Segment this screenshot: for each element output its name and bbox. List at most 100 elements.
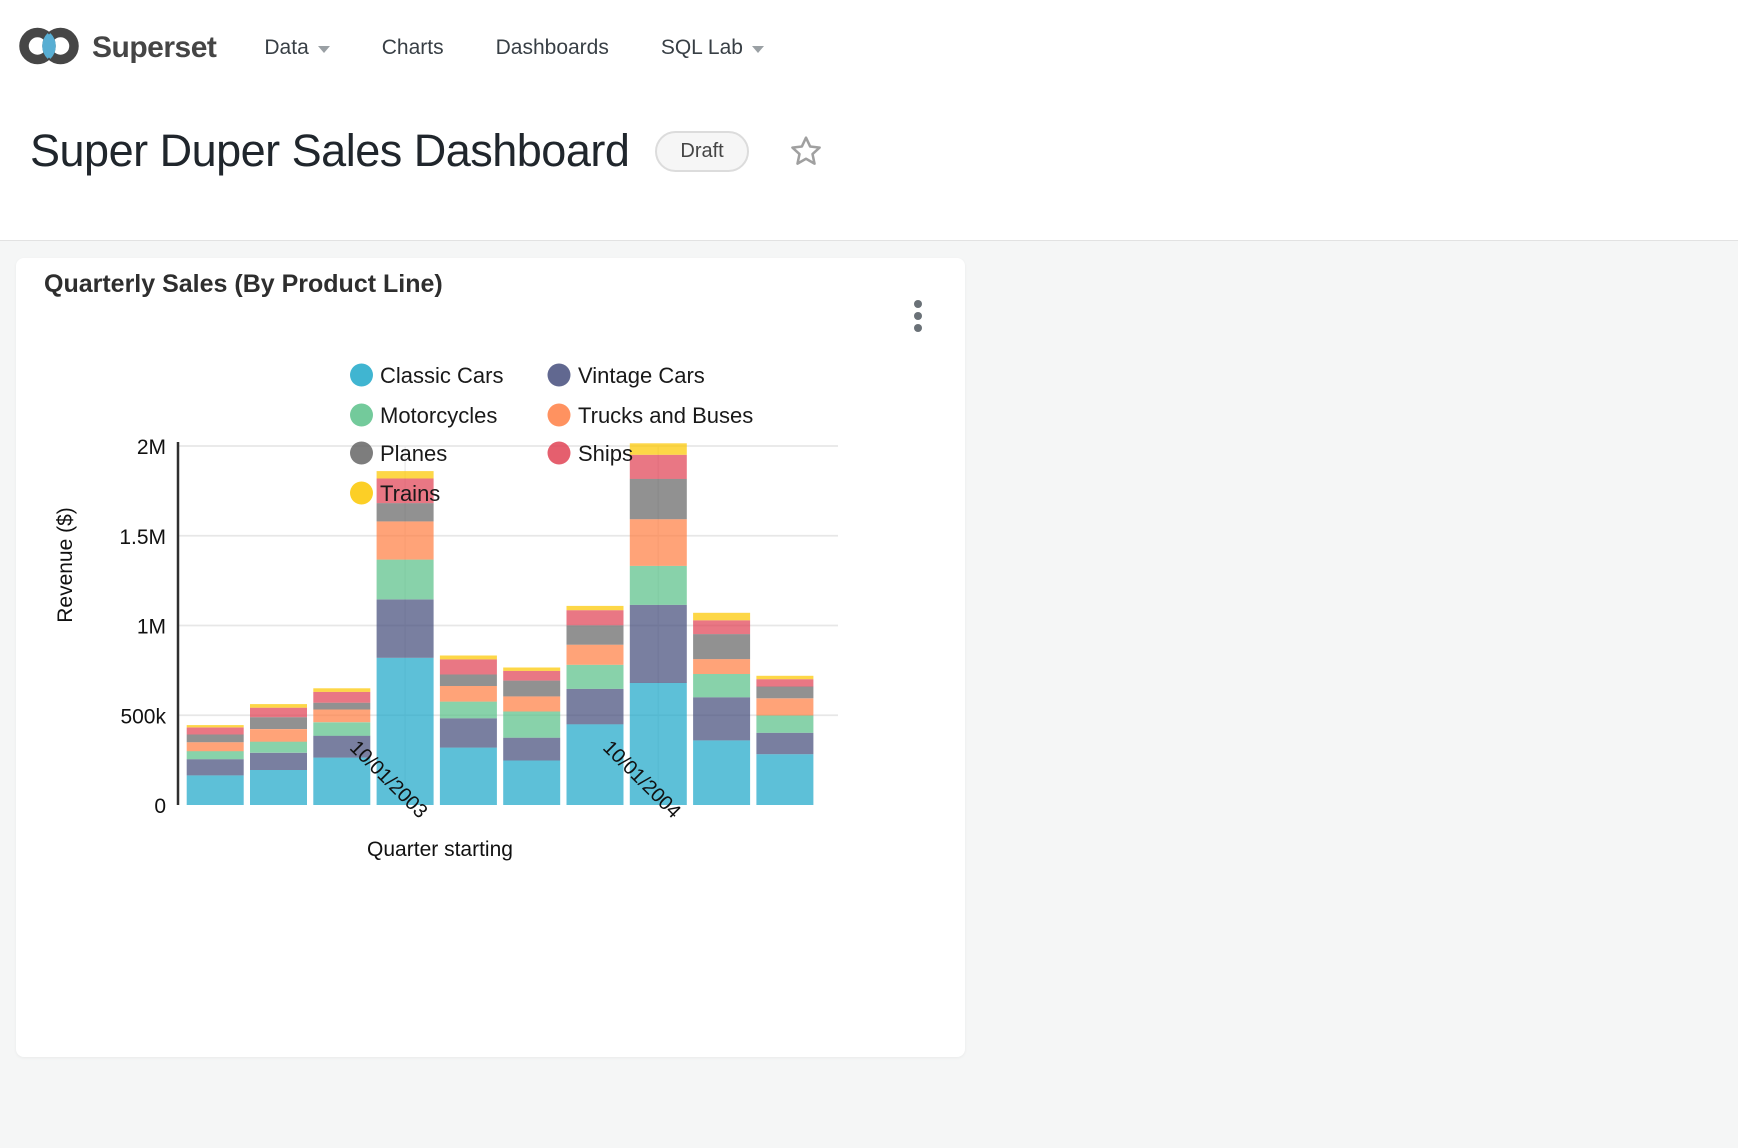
bar-segment-trains[interactable] bbox=[503, 668, 560, 671]
bar-segment-ships[interactable] bbox=[250, 708, 307, 718]
bar-segment-vintage-cars[interactable] bbox=[377, 600, 434, 658]
bar-segment-planes[interactable] bbox=[693, 634, 750, 659]
bar-segment-trains[interactable] bbox=[377, 471, 434, 478]
y-tick-label: 0 bbox=[154, 795, 166, 818]
legend-swatch-motorcycles[interactable] bbox=[350, 404, 373, 427]
bar-segment-trains[interactable] bbox=[250, 704, 307, 708]
nav-item-dashboards[interactable]: Dashboards bbox=[496, 36, 609, 60]
bar-segment-ships[interactable] bbox=[567, 610, 624, 625]
bar-segment-planes[interactable] bbox=[756, 687, 813, 699]
legend-swatch-vintage-cars[interactable] bbox=[548, 364, 571, 387]
legend-swatch-trains[interactable] bbox=[350, 482, 373, 505]
bar-segment-ships[interactable] bbox=[503, 671, 560, 681]
bar-segment-motorcycles[interactable] bbox=[187, 751, 244, 759]
bar-segment-planes[interactable] bbox=[630, 479, 687, 519]
bar-segment-trains[interactable] bbox=[187, 725, 244, 727]
legend-label-classic-cars[interactable]: Classic Cars bbox=[380, 363, 503, 388]
bar-segment-ships[interactable] bbox=[187, 728, 244, 735]
bar-segment-classic-cars[interactable] bbox=[187, 775, 244, 805]
bar-segment-vintage-cars[interactable] bbox=[693, 697, 750, 740]
bar-segment-trucks-and-buses[interactable] bbox=[187, 742, 244, 751]
bar-segment-vintage-cars[interactable] bbox=[630, 605, 687, 683]
superset-logo-link[interactable]: Superset bbox=[16, 20, 216, 77]
bar-segment-trucks-and-buses[interactable] bbox=[313, 710, 370, 723]
bar-segment-vintage-cars[interactable] bbox=[250, 753, 307, 770]
bar-segment-vintage-cars[interactable] bbox=[567, 689, 624, 724]
bar-segment-trains[interactable] bbox=[313, 688, 370, 692]
bar-segment-trucks-and-buses[interactable] bbox=[440, 686, 497, 702]
brand-name: Superset bbox=[92, 31, 216, 65]
bar-segment-motorcycles[interactable] bbox=[567, 665, 624, 689]
legend-swatch-planes[interactable] bbox=[350, 442, 373, 465]
bar-segment-vintage-cars[interactable] bbox=[440, 718, 497, 747]
bar-segment-motorcycles[interactable] bbox=[693, 674, 750, 697]
chart-card: 0500k1M1.5M2M10/01/200310/01/2004Revenue… bbox=[16, 258, 965, 1057]
bar-segment-motorcycles[interactable] bbox=[630, 566, 687, 605]
bar-segment-planes[interactable] bbox=[440, 675, 497, 687]
chevron-down-icon bbox=[318, 46, 330, 53]
bar-segment-classic-cars[interactable] bbox=[693, 740, 750, 805]
y-axis-title: Revenue ($) bbox=[54, 507, 77, 623]
kebab-dot bbox=[914, 312, 922, 320]
legend-label-ships[interactable]: Ships bbox=[578, 441, 633, 466]
bar-segment-motorcycles[interactable] bbox=[503, 712, 560, 738]
nav-item-data[interactable]: Data bbox=[264, 36, 329, 60]
bar-segment-classic-cars[interactable] bbox=[250, 770, 307, 805]
x-axis-title: Quarter starting bbox=[367, 838, 513, 861]
page-title: Super Duper Sales Dashboard bbox=[30, 120, 629, 182]
quarterly-sales-chart: 0500k1M1.5M2M10/01/200310/01/2004Revenue… bbox=[16, 258, 965, 1057]
nav-item-label: Dashboards bbox=[496, 36, 609, 60]
favorite-star-icon[interactable] bbox=[789, 134, 823, 168]
bar-segment-ships[interactable] bbox=[630, 455, 687, 479]
bar-segment-trucks-and-buses[interactable] bbox=[693, 659, 750, 674]
nav-item-label: SQL Lab bbox=[661, 36, 743, 60]
bar-segment-classic-cars[interactable] bbox=[756, 754, 813, 805]
bar-segment-planes[interactable] bbox=[187, 735, 244, 743]
legend-swatch-classic-cars[interactable] bbox=[350, 364, 373, 387]
bar-segment-trains[interactable] bbox=[630, 443, 687, 455]
bar-segment-motorcycles[interactable] bbox=[250, 742, 307, 753]
bar-segment-trucks-and-buses[interactable] bbox=[503, 696, 560, 711]
bar-segment-ships[interactable] bbox=[313, 692, 370, 703]
bar-segment-motorcycles[interactable] bbox=[313, 722, 370, 736]
chart-options-kebab-icon[interactable] bbox=[902, 292, 934, 340]
bar-segment-trucks-and-buses[interactable] bbox=[630, 519, 687, 566]
bar-segment-trains[interactable] bbox=[440, 656, 497, 660]
bar-segment-motorcycles[interactable] bbox=[377, 560, 434, 600]
bar-segment-trains[interactable] bbox=[567, 606, 624, 610]
nav-item-charts[interactable]: Charts bbox=[382, 36, 444, 60]
chart-title: Quarterly Sales (By Product Line) bbox=[44, 270, 443, 299]
legend-label-motorcycles[interactable]: Motorcycles bbox=[380, 403, 497, 428]
bar-segment-planes[interactable] bbox=[313, 703, 370, 710]
legend-label-vintage-cars[interactable]: Vintage Cars bbox=[578, 363, 705, 388]
bar-segment-trucks-and-buses[interactable] bbox=[250, 729, 307, 742]
bar-segment-trains[interactable] bbox=[693, 613, 750, 621]
bar-segment-planes[interactable] bbox=[250, 717, 307, 729]
legend-label-trains[interactable]: Trains bbox=[380, 481, 440, 506]
bar-segment-vintage-cars[interactable] bbox=[756, 733, 813, 754]
bar-segment-trucks-and-buses[interactable] bbox=[567, 645, 624, 665]
y-tick-label: 500k bbox=[120, 705, 166, 728]
bar-segment-ships[interactable] bbox=[756, 679, 813, 686]
bar-segment-vintage-cars[interactable] bbox=[187, 759, 244, 775]
bar-segment-trucks-and-buses[interactable] bbox=[756, 698, 813, 715]
bar-segment-planes[interactable] bbox=[567, 625, 624, 644]
bar-segment-motorcycles[interactable] bbox=[756, 715, 813, 732]
bar-segment-trains[interactable] bbox=[756, 676, 813, 679]
superset-dashboard-page: Superset Data Charts Dashboards SQL Lab Sup… bbox=[0, 0, 1738, 1148]
bar-segment-vintage-cars[interactable] bbox=[503, 738, 560, 761]
bar-segment-motorcycles[interactable] bbox=[440, 702, 497, 719]
nav-item-sql-lab[interactable]: SQL Lab bbox=[661, 36, 764, 60]
bar-segment-ships[interactable] bbox=[693, 620, 750, 634]
legend-label-trucks-and-buses[interactable]: Trucks and Buses bbox=[578, 403, 753, 428]
bar-segment-classic-cars[interactable] bbox=[440, 748, 497, 805]
nav-item-label: Data bbox=[264, 36, 308, 60]
legend-swatch-ships[interactable] bbox=[548, 442, 571, 465]
bar-segment-trucks-and-buses[interactable] bbox=[377, 521, 434, 559]
kebab-dot bbox=[914, 300, 922, 308]
bar-segment-planes[interactable] bbox=[503, 681, 560, 697]
legend-swatch-trucks-and-buses[interactable] bbox=[548, 404, 571, 427]
legend-label-planes[interactable]: Planes bbox=[380, 441, 447, 466]
bar-segment-ships[interactable] bbox=[440, 659, 497, 674]
bar-segment-classic-cars[interactable] bbox=[503, 761, 560, 806]
